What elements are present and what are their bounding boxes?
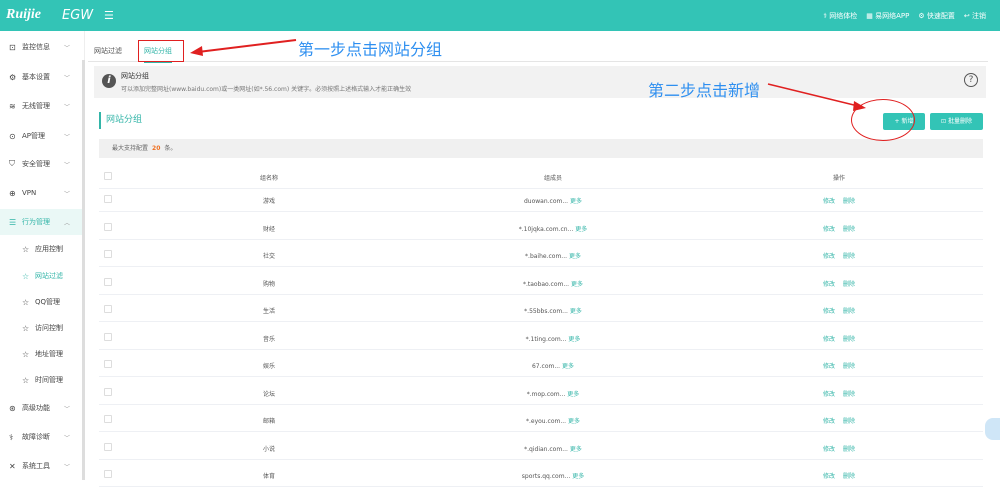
assistant-widget[interactable] — [985, 418, 1000, 440]
annotation-circle — [851, 99, 915, 141]
annotation-arrows — [190, 39, 866, 111]
